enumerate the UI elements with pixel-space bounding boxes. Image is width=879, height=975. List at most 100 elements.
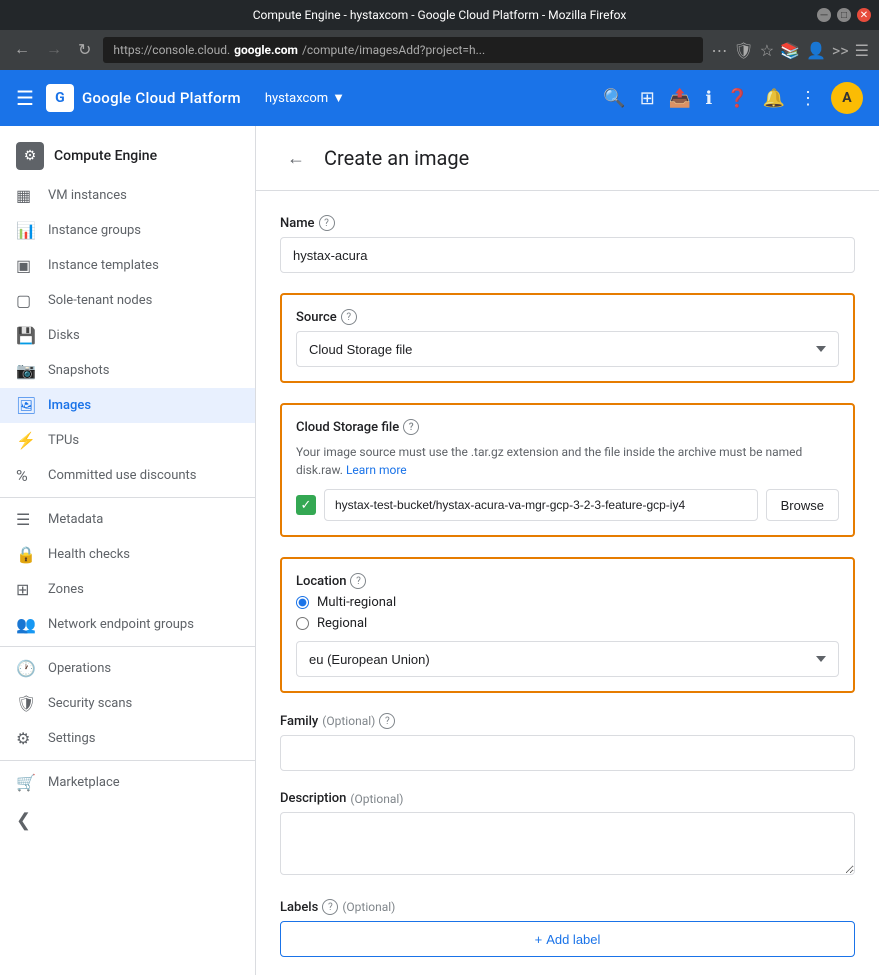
- window-title: Compute Engine - hystaxcom - Google Clou…: [253, 8, 627, 22]
- name-help-icon[interactable]: ?: [319, 215, 335, 231]
- avatar[interactable]: A: [831, 82, 863, 114]
- multi-regional-option[interactable]: Multi-regional: [296, 595, 839, 610]
- forward-nav-button[interactable]: →: [42, 39, 66, 61]
- url-prefix: https://console.cloud.: [113, 43, 230, 57]
- regional-option[interactable]: Regional: [296, 616, 839, 631]
- labels-optional: (Optional): [342, 900, 395, 914]
- menu-icon[interactable]: ☰: [855, 41, 869, 60]
- sidebar-item-zones[interactable]: ⊞ Zones: [0, 572, 255, 607]
- sidebar-item-label: Committed use discounts: [48, 468, 197, 483]
- source-group: Source ? Cloud Storage file Disk Image S…: [296, 309, 839, 367]
- multi-regional-radio[interactable]: [296, 596, 309, 609]
- sidebar-item-security-scans[interactable]: 🛡 Security scans: [0, 686, 255, 721]
- location-help-icon[interactable]: ?: [350, 573, 366, 589]
- maximize-button[interactable]: □: [837, 8, 851, 22]
- more-icon[interactable]: ⋯: [711, 41, 727, 60]
- sidebar-item-label: Settings: [48, 731, 95, 746]
- window-controls: ─ □ ✕: [817, 8, 871, 22]
- back-nav-button[interactable]: ←: [10, 39, 34, 61]
- notifications-icon[interactable]: 🔔: [763, 88, 785, 109]
- regional-radio[interactable]: [296, 617, 309, 630]
- bookmark-icon[interactable]: 📚: [780, 41, 800, 60]
- sidebar-item-marketplace[interactable]: 🛒 Marketplace: [0, 765, 255, 800]
- sidebar-item-label: VM instances: [48, 188, 127, 203]
- cloud-shell-icon[interactable]: 📤: [669, 88, 691, 109]
- sidebar-item-snapshots[interactable]: 📷 Snapshots: [0, 353, 255, 388]
- shield-icon[interactable]: 🛡: [733, 41, 753, 60]
- storage-file-input[interactable]: [324, 489, 758, 521]
- sidebar-divider-2: [0, 646, 255, 647]
- project-selector[interactable]: hystaxcom ▼: [265, 90, 345, 106]
- sidebar-item-network-endpoint-groups[interactable]: 👥 Network endpoint groups: [0, 607, 255, 642]
- user-icon[interactable]: 👤: [806, 41, 826, 60]
- name-input[interactable]: [280, 237, 855, 273]
- sidebar-item-label: Operations: [48, 661, 111, 676]
- family-group: Family (Optional) ?: [280, 713, 855, 771]
- title-bar: Compute Engine - hystaxcom - Google Clou…: [0, 0, 879, 30]
- source-select[interactable]: Cloud Storage file Disk Image Snapshot: [296, 331, 839, 367]
- sidebar-item-label: Health checks: [48, 547, 130, 562]
- sidebar-item-label: Sole-tenant nodes: [48, 293, 152, 308]
- description-label: Description: [280, 791, 346, 806]
- cloud-storage-help-icon[interactable]: ?: [403, 419, 419, 435]
- add-label-text: Add label: [546, 932, 600, 947]
- close-button[interactable]: ✕: [857, 8, 871, 22]
- sidebar-item-operations[interactable]: 🕐 Operations: [0, 651, 255, 686]
- location-section: Location ? Multi-regional Regional eu (E…: [280, 557, 855, 693]
- sidebar-item-committed-use[interactable]: % Committed use discounts: [0, 458, 255, 493]
- sidebar-item-label: Instance groups: [48, 223, 141, 238]
- more-options-icon[interactable]: ⋮: [799, 88, 817, 109]
- source-label: Source: [296, 310, 337, 325]
- instance-templates-icon: ▣: [16, 256, 31, 275]
- add-label-button[interactable]: + Add label: [280, 921, 855, 957]
- gcp-logo-area: G Google Cloud Platform: [46, 84, 241, 112]
- sidebar-item-settings[interactable]: ⚙ Settings: [0, 721, 255, 756]
- sidebar-item-metadata[interactable]: ☰ Metadata: [0, 502, 255, 537]
- browse-button[interactable]: Browse: [766, 489, 839, 521]
- sidebar-item-label: Security scans: [48, 696, 132, 711]
- labels-label-row: Labels ? (Optional): [280, 899, 855, 915]
- source-help-icon[interactable]: ?: [341, 309, 357, 325]
- sidebar-item-label: Images: [48, 398, 91, 413]
- sidebar-item-sole-tenant-nodes[interactable]: ▢ Sole-tenant nodes: [0, 283, 255, 318]
- name-label-row: Name ?: [280, 215, 855, 231]
- description-group: Description (Optional): [280, 791, 855, 879]
- network-endpoint-groups-icon: 👥: [16, 615, 36, 634]
- reload-button[interactable]: ↻: [74, 38, 95, 62]
- sidebar-item-images[interactable]: 🖼 Images: [0, 388, 255, 423]
- info-icon[interactable]: ℹ: [705, 88, 712, 109]
- console-icon[interactable]: ⊞: [640, 88, 655, 109]
- hamburger-menu-icon[interactable]: ☰: [16, 86, 34, 110]
- sidebar-item-tpus[interactable]: ⚡ TPUs: [0, 423, 255, 458]
- back-button[interactable]: ←: [280, 142, 312, 174]
- source-label-row: Source ?: [296, 309, 839, 325]
- tpus-icon: ⚡: [16, 431, 36, 450]
- sidebar-item-instance-groups[interactable]: 📊 Instance groups: [0, 213, 255, 248]
- zones-icon: ⊞: [16, 580, 29, 599]
- sidebar-item-disks[interactable]: 💾 Disks: [0, 318, 255, 353]
- name-group: Name ?: [280, 215, 855, 273]
- chevron-right-icon[interactable]: >>: [832, 41, 849, 60]
- help-icon[interactable]: ❓: [726, 88, 748, 109]
- labels-help-icon[interactable]: ?: [322, 899, 338, 915]
- instance-groups-icon: 📊: [16, 221, 36, 240]
- description-input[interactable]: [280, 812, 855, 875]
- minimize-button[interactable]: ─: [817, 8, 831, 22]
- sidebar-item-label: Network endpoint groups: [48, 617, 194, 632]
- sidebar-item-instance-templates[interactable]: ▣ Instance templates: [0, 248, 255, 283]
- sidebar-item-vm-instances[interactable]: ▦ VM instances: [0, 178, 255, 213]
- cloud-storage-label: Cloud Storage file: [296, 420, 399, 435]
- location-select[interactable]: eu (European Union) us (United States) a…: [296, 641, 839, 677]
- description-optional: (Optional): [350, 792, 403, 806]
- sidebar-item-label: Disks: [48, 328, 80, 343]
- family-input[interactable]: [280, 735, 855, 771]
- sidebar-item-health-checks[interactable]: 🔒 Health checks: [0, 537, 255, 572]
- health-checks-icon: 🔒: [16, 545, 36, 564]
- gcp-logo-icon: G: [46, 84, 74, 112]
- star-icon[interactable]: ☆: [760, 41, 774, 60]
- family-help-icon[interactable]: ?: [379, 713, 395, 729]
- sidebar-collapse-button[interactable]: ❮: [0, 800, 255, 841]
- learn-more-link[interactable]: Learn more: [346, 463, 407, 477]
- cloud-storage-label-row: Cloud Storage file ?: [296, 419, 839, 435]
- search-icon[interactable]: 🔍: [603, 88, 625, 109]
